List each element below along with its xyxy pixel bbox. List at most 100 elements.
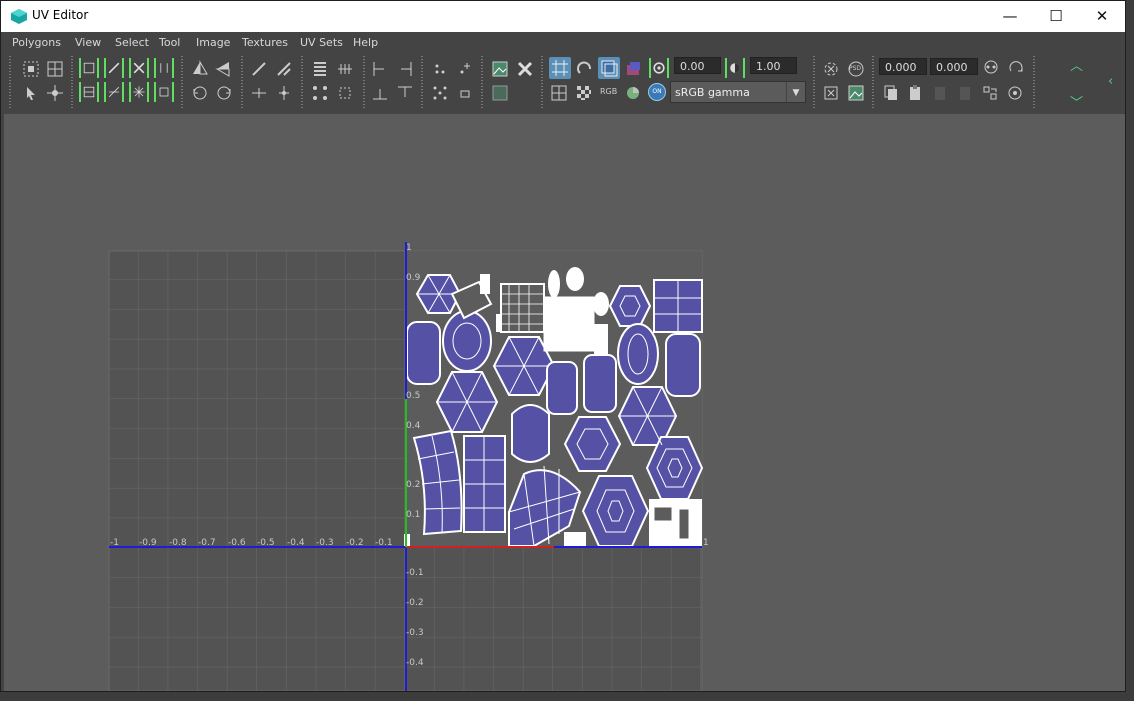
rgb-channel-toggle[interactable]: RGB xyxy=(600,87,617,96)
sew-together-icon[interactable] xyxy=(129,82,149,102)
select-border-icon[interactable] xyxy=(45,59,65,79)
straighten-shell-icon[interactable] xyxy=(274,59,294,79)
relative-transform-icon[interactable] xyxy=(1006,57,1026,77)
menu-select[interactable]: Select xyxy=(115,36,149,49)
uv-shell[interactable] xyxy=(594,324,608,354)
rotate-cw-icon[interactable] xyxy=(214,83,234,103)
uv-shell[interactable] xyxy=(480,274,490,294)
align-u-icon[interactable] xyxy=(249,83,269,103)
checker-grid-icon[interactable] xyxy=(549,83,569,103)
paste-uv-icon[interactable] xyxy=(905,83,925,103)
uv-shell[interactable] xyxy=(583,354,617,413)
uv-shell[interactable] xyxy=(500,283,545,333)
uv-shell[interactable] xyxy=(442,310,492,372)
uv-shell[interactable] xyxy=(406,321,441,385)
collapse-panel-icon[interactable]: ‹ xyxy=(1108,74,1113,89)
rotate-ccw-icon[interactable] xyxy=(190,83,210,103)
maximize-button[interactable]: ☐ xyxy=(1033,1,1079,32)
cycle-uv-icon[interactable] xyxy=(980,83,1000,103)
align-top-icon[interactable] xyxy=(395,83,415,103)
shaded-uv-icon[interactable] xyxy=(598,57,620,79)
gamma-icon[interactable] xyxy=(725,58,745,78)
update-psd-icon[interactable] xyxy=(821,83,841,103)
distribute-u-icon[interactable] xyxy=(310,59,330,79)
uv-shell[interactable] xyxy=(496,314,502,332)
snap-icon[interactable] xyxy=(335,83,355,103)
menu-textures[interactable]: Textures xyxy=(242,36,288,49)
uv-shell[interactable] xyxy=(617,323,659,385)
grid-snap-icon[interactable] xyxy=(430,83,450,103)
texture-filter-icon[interactable] xyxy=(515,59,535,79)
scroll-up-icon[interactable]: ︿ xyxy=(1070,55,1083,74)
distortion-icon[interactable] xyxy=(623,59,643,79)
uv-shell[interactable] xyxy=(593,292,609,316)
distribute-v-icon[interactable] xyxy=(335,59,355,79)
paste-v-icon[interactable] xyxy=(955,83,975,103)
cut-edge-icon[interactable] xyxy=(104,58,124,78)
u-coordinate-field[interactable]: 0.000 xyxy=(879,58,927,75)
color-space-dropdown[interactable]: sRGB gamma ▼ xyxy=(670,81,806,103)
dim-image-icon[interactable] xyxy=(490,83,510,103)
move-sew-icon[interactable] xyxy=(154,82,174,102)
uv-viewport[interactable]: -1 -0.9 -0.8 -0.7 -0.6 -0.5 -0.4 -0.3 -0… xyxy=(4,114,1125,691)
uv-shell[interactable] xyxy=(511,404,550,463)
scroll-down-icon[interactable]: ﹀ xyxy=(1070,92,1083,111)
split-icon[interactable] xyxy=(129,58,149,78)
uv-shell[interactable] xyxy=(665,333,701,397)
menu-view[interactable]: View xyxy=(75,36,101,49)
menu-image[interactable]: Image xyxy=(196,36,230,49)
menu-tool[interactable]: Tool xyxy=(159,36,180,49)
uv-shell[interactable] xyxy=(543,296,595,352)
uv-shell[interactable] xyxy=(608,285,652,327)
u-tick-label: -0.9 xyxy=(139,538,157,548)
gather-icon[interactable] xyxy=(310,83,330,103)
menu-help[interactable]: Help xyxy=(353,36,378,49)
u-tick-label: -0.3 xyxy=(316,538,334,548)
paste-u-icon[interactable] xyxy=(930,83,950,103)
select-arrow-icon[interactable] xyxy=(21,83,41,103)
menu-uv-sets[interactable]: UV Sets xyxy=(300,36,343,49)
snap-rotate-icon[interactable] xyxy=(575,59,595,79)
straighten-icon[interactable] xyxy=(249,59,269,79)
menu-polygons[interactable]: Polygons xyxy=(12,36,61,49)
display-image-icon[interactable] xyxy=(490,59,510,79)
color-wheel-icon[interactable] xyxy=(623,83,643,103)
align-right-icon[interactable] xyxy=(395,59,415,79)
gamma-field[interactable]: 1.00 xyxy=(750,57,797,74)
image-range-icon[interactable] xyxy=(846,83,866,103)
sew-icon[interactable] xyxy=(154,58,174,78)
v-coordinate-field[interactable]: 0.000 xyxy=(930,58,978,75)
layout-icon[interactable] xyxy=(455,83,475,103)
refresh-uv-icon[interactable] xyxy=(981,57,1001,77)
uv-shell[interactable] xyxy=(548,270,560,298)
flip-u-icon[interactable] xyxy=(190,59,210,79)
uv-snapshot-icon[interactable] xyxy=(821,59,841,79)
align-bottom-icon[interactable] xyxy=(370,83,390,103)
uv-shell[interactable] xyxy=(546,361,578,415)
psd-network-icon[interactable]: PSD xyxy=(846,59,866,79)
color-management-toggle[interactable]: ON xyxy=(648,83,666,101)
uv-shell[interactable] xyxy=(564,532,586,546)
v-tick-label: -0.3 xyxy=(406,628,424,638)
flip-v-icon[interactable] xyxy=(214,59,234,79)
minimize-button[interactable]: — xyxy=(987,1,1033,32)
close-button[interactable]: ✕ xyxy=(1079,1,1125,32)
pin-icon[interactable] xyxy=(430,59,450,79)
exposure-icon[interactable] xyxy=(649,58,669,78)
align-left-icon[interactable] xyxy=(370,59,390,79)
select-move-icon[interactable] xyxy=(45,83,65,103)
grid-toggle-icon[interactable] xyxy=(549,57,571,79)
uv-shell[interactable] xyxy=(649,499,702,546)
select-uv-shell-icon[interactable] xyxy=(21,59,41,79)
unpin-icon[interactable] xyxy=(455,59,475,79)
uv-shell[interactable] xyxy=(566,267,584,291)
uv-tile xyxy=(404,252,704,548)
create-shell-icon[interactable] xyxy=(79,82,99,102)
checker-map-icon[interactable] xyxy=(574,83,594,103)
uv-transfer-icon[interactable] xyxy=(1005,83,1025,103)
stitch-icon[interactable] xyxy=(104,82,124,102)
copy-uv-icon[interactable] xyxy=(881,83,901,103)
align-v-icon[interactable] xyxy=(274,83,294,103)
cut-uv-icon[interactable] xyxy=(79,58,99,78)
exposure-field[interactable]: 0.00 xyxy=(674,57,721,74)
